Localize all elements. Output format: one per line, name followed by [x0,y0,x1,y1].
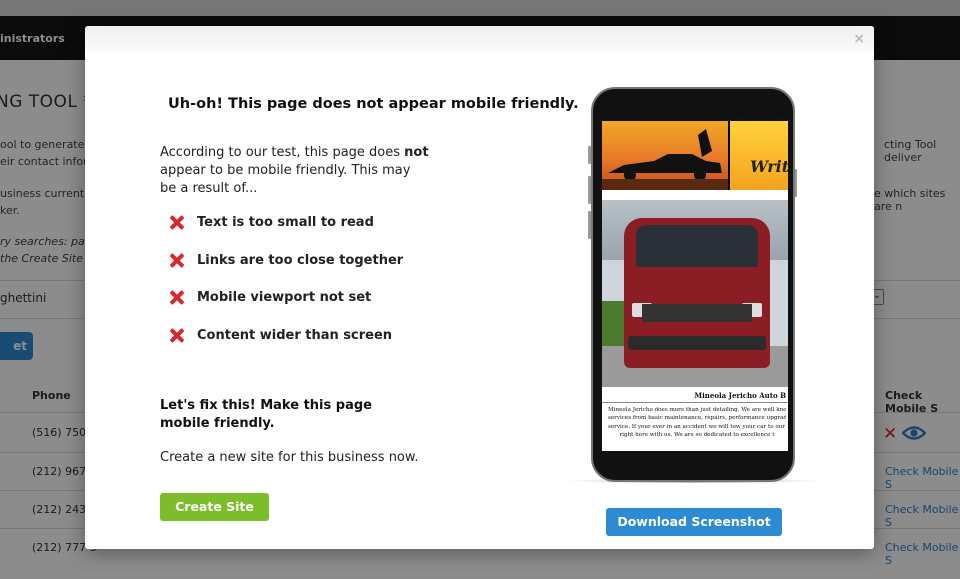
intro-text-bold: not [404,145,429,160]
description-line: services from basic maintenance, repairs… [608,415,786,422]
error-x-icon [168,214,185,231]
description-line: Mineola Jericho does more than just deta… [608,407,786,413]
business-title: Mineola Jericho Auto B [694,391,786,400]
banner-title: Writ [750,157,788,176]
banner-title-area [730,121,788,190]
modal-title: Uh-oh! This page does not appear mobile … [168,96,579,112]
error-x-icon [168,327,185,344]
intro-text-part: appear to be mobile friendly. This may b… [160,163,411,196]
phone-preview: Writ Mineola Jericho Auto B Mineola Jeri… [591,87,795,482]
issue-item: Links are too close together [168,252,403,269]
issue-label: Text is too small to read [197,215,374,230]
fix-prompt: Let's fix this! Make this page mobile fr… [160,398,372,431]
intro-text-part: According to our test, this page does [160,145,405,160]
issue-item: Text is too small to read [168,214,374,231]
mobile-screenshot: Writ Mineola Jericho Auto B Mineola Jeri… [602,121,788,451]
mobile-friendly-modal: × Uh-oh! This page does not appear mobil… [85,26,874,549]
error-x-icon [168,252,185,269]
issue-label: Mobile viewport not set [197,290,372,305]
issue-item: Mobile viewport not set [168,289,371,306]
error-x-icon [168,289,185,306]
van-windshield [636,225,758,267]
van-grille [642,304,752,322]
description-line: right here with us. We are so dedicated … [619,432,775,439]
divider [602,402,788,403]
issue-label: Content wider than screen [197,328,393,343]
car-silhouette [602,129,728,190]
download-screenshot-button[interactable]: Download Screenshot [606,508,782,536]
create-site-button[interactable]: Create Site [160,493,269,521]
modal-header: × [85,26,874,52]
business-description: Mineola Jericho does more than just deta… [608,406,786,440]
van-bumper [628,336,766,350]
header-banner-image: Writ [602,121,788,190]
close-icon[interactable]: × [853,31,865,47]
create-site-text: Create a new site for this business now. [160,450,419,465]
issue-label: Links are too close together [197,253,404,268]
issue-item: Content wider than screen [168,327,392,344]
description-line: service. If your ever in an accident we … [608,423,786,430]
sunset-car-image [602,121,728,190]
intro-text: According to our test, this page does no… [160,144,430,198]
